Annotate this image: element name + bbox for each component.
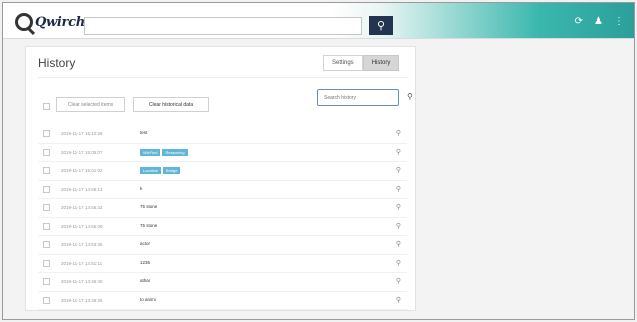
query-text: 75 stone <box>140 204 158 209</box>
divider <box>38 77 407 78</box>
row-query[interactable]: k <box>140 186 142 191</box>
logo-text: Qwirch <box>35 14 85 30</box>
view-tabs: Settings History <box>323 55 400 71</box>
search-again-icon[interactable]: ⚲ <box>396 166 401 174</box>
row-timestamp: 2019-11-17 15:12:28 <box>61 131 103 136</box>
search-again-icon[interactable]: ⚲ <box>396 296 401 304</box>
search-again-icon[interactable]: ⚲ <box>396 222 401 230</box>
query-text: 75 stone <box>140 222 158 228</box>
clear-history-button[interactable]: Clear historical data <box>133 97 209 112</box>
tab-settings[interactable]: Settings <box>323 55 363 71</box>
more-icon[interactable]: ⋮ <box>614 16 624 27</box>
search-button[interactable]: ⚲ <box>369 16 393 35</box>
query-tag: Lucoline <box>140 167 161 174</box>
search-again-icon[interactable]: ⚲ <box>396 277 401 285</box>
select-all-checkbox[interactable] <box>43 103 50 110</box>
row-checkbox[interactable] <box>43 185 50 193</box>
row-timestamp: 2019-11-17 14:53:35 <box>61 242 103 247</box>
logo[interactable]: Qwirch <box>15 12 85 32</box>
page-title: History <box>38 56 76 70</box>
row-checkbox[interactable] <box>43 204 50 211</box>
search-icon: ⚲ <box>376 20 386 32</box>
row-query[interactable]: 75 stone <box>140 223 157 228</box>
history-row[interactable]: 2019-11-17 13:38:26 to animi ⚲ <box>38 292 407 310</box>
query-tag: WizFind <box>140 148 161 156</box>
history-row[interactable]: 2019-11-17 14:53:35 actor ⚲ <box>38 236 407 255</box>
history-search-input[interactable] <box>317 89 399 106</box>
history-row[interactable]: 2019-11-17 14:58:13 k ⚲ <box>38 181 407 199</box>
row-query[interactable]: 1236 <box>140 260 150 265</box>
logo-icon <box>15 13 33 31</box>
row-query[interactable]: athar <box>140 278 150 283</box>
history-row[interactable]: 2019-11-17 14:56:42 75 stone ⚲ <box>38 199 407 218</box>
top-bar: Qwirch ⚲ ⟳ ♟ ⋮ <box>3 3 634 39</box>
row-checkbox[interactable] <box>43 130 50 137</box>
row-timestamp: 2019-11-17 13:46:40 <box>61 279 103 284</box>
row-timestamp: 2019-11-17 15:01:02 <box>61 168 103 173</box>
query-text: k <box>140 185 143 191</box>
row-query[interactable]: Lucoline Bridge <box>140 167 181 174</box>
clear-selected-button[interactable]: Clear selected items <box>56 97 125 112</box>
search-again-icon[interactable]: ⚲ <box>396 185 401 193</box>
row-timestamp: 2019-11-17 14:58:13 <box>61 186 103 192</box>
query-text: 1236 <box>140 259 151 265</box>
row-query[interactable]: actor <box>140 241 150 246</box>
query-text: to animi <box>140 296 156 302</box>
row-checkbox[interactable] <box>43 278 50 285</box>
search-again-icon[interactable]: ⚲ <box>396 240 401 248</box>
history-row[interactable]: 2019-11-17 14:55:09 75 stone ⚲ <box>38 218 407 236</box>
row-checkbox[interactable] <box>43 148 50 156</box>
row-query[interactable]: 75 stone <box>140 204 157 209</box>
history-row[interactable]: 2019-11-17 14:51:11 1236 ⚲ <box>38 255 407 273</box>
search-again-icon[interactable]: ⚲ <box>396 129 401 137</box>
row-checkbox[interactable] <box>43 167 50 174</box>
row-query[interactable]: test <box>140 130 147 135</box>
query-text: test <box>140 130 148 135</box>
history-panel: History Settings History Clear selected … <box>25 46 416 311</box>
search-again-icon[interactable]: ⚲ <box>396 259 401 267</box>
row-checkbox[interactable] <box>43 259 50 267</box>
query-text: athar <box>140 278 151 283</box>
history-list: 2019-11-17 15:12:28 test ⚲ 2019-11-17 15:05… <box>38 125 407 310</box>
row-timestamp: 2019-11-17 15:05:07 <box>61 149 103 155</box>
row-checkbox[interactable] <box>43 241 50 248</box>
row-timestamp: 2019-11-17 14:51:11 <box>61 260 103 266</box>
refresh-icon[interactable]: ⟳ <box>575 16 583 27</box>
history-row[interactable]: 2019-11-17 15:05:07 WizFind Reasoning ⚲ <box>38 144 407 162</box>
row-query[interactable]: WizFind Reasoning <box>140 148 188 156</box>
search-again-icon[interactable]: ⚲ <box>396 203 401 211</box>
row-timestamp: 2019-11-17 13:38:26 <box>61 297 103 303</box>
query-text: actor <box>140 241 151 246</box>
row-checkbox[interactable] <box>43 222 50 230</box>
history-toolbar: Clear selected items Clear historical da… <box>38 89 413 115</box>
row-checkbox[interactable] <box>43 296 50 304</box>
history-row[interactable]: 2019-11-17 15:12:28 test ⚲ <box>38 125 407 144</box>
search-icon[interactable]: ⚲ <box>407 92 413 101</box>
history-row[interactable]: 2019-11-17 13:46:40 athar ⚲ <box>38 273 407 292</box>
app-window: Qwirch ⚲ ⟳ ♟ ⋮ History Settings History … <box>2 2 635 320</box>
row-timestamp: 2019-11-17 14:55:09 <box>61 223 103 229</box>
main-search-input[interactable] <box>84 17 362 35</box>
row-query[interactable]: to animi <box>140 297 156 302</box>
search-again-icon[interactable]: ⚲ <box>396 148 401 156</box>
header-actions: ⟳ ♟ ⋮ <box>575 16 624 27</box>
row-timestamp: 2019-11-17 14:56:42 <box>61 205 103 210</box>
query-tag: Bridge <box>162 167 181 174</box>
tab-history[interactable]: History <box>362 55 400 71</box>
history-row[interactable]: 2019-11-17 15:01:02 Lucoline Bridge ⚲ <box>38 162 407 181</box>
user-icon[interactable]: ♟ <box>594 16 603 27</box>
query-tag: Reasoning <box>162 148 188 156</box>
